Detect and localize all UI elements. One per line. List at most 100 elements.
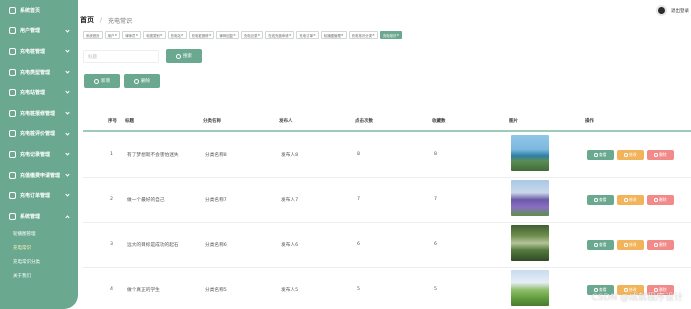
avatar[interactable] xyxy=(656,5,667,16)
tab-tag[interactable]: 系统首页 xyxy=(83,31,103,39)
tab-tag-active[interactable]: 充电常识 × xyxy=(379,31,403,39)
column-header-actions: 操作 xyxy=(585,119,594,124)
tab-tag[interactable]: 充电订单 × xyxy=(296,31,319,39)
sidebar-item-repair[interactable]: 充电桩报修管理 xyxy=(0,103,78,124)
edit-button[interactable]: 修改 xyxy=(617,240,644,250)
sidebar-item-label: 系统管理 xyxy=(20,213,41,220)
edit-icon xyxy=(624,198,628,202)
tab-tag[interactable]: 律师员 × xyxy=(122,31,142,39)
sidebar-item-label: 充电站管理 xyxy=(20,90,46,97)
view-button[interactable]: 查看 xyxy=(587,195,614,205)
search-icon xyxy=(176,53,181,59)
sidebar-subitem-knowledge[interactable]: 充电常识 xyxy=(0,241,78,255)
edit-button[interactable]: 修改 xyxy=(617,195,644,205)
tab-tag[interactable]: 电视类别 × xyxy=(143,31,166,39)
add-icon xyxy=(94,78,99,84)
row-index: 3 xyxy=(110,242,113,247)
sidebar-item-label: 充电类型管理 xyxy=(20,69,51,76)
row-publisher: 发布人7 xyxy=(281,198,299,203)
breadcrumb-separator: / xyxy=(100,16,103,24)
sidebar: 系统首页 用户管理 充电桩管理 充电类型管理 充电站管理 充电桩报修管理 充电桩… xyxy=(0,0,78,309)
sidebar-item-label: 充电桩管理 xyxy=(20,48,46,55)
column-header-title[interactable]: 标题 xyxy=(125,118,134,124)
breadcrumb-home[interactable]: 首页 xyxy=(80,15,94,25)
table-header: 序号 标题 分类名称 发布人 点击次数 收藏数 图片 操作 xyxy=(83,112,691,132)
edit-icon xyxy=(624,243,628,247)
delete-icon xyxy=(654,198,658,202)
row-category: 分类名称7 xyxy=(205,198,227,203)
tab-tag[interactable]: 轮播图管理 × xyxy=(320,31,347,39)
sidebar-item-recharge[interactable]: 充值缴费申请管理 xyxy=(0,165,78,186)
sidebar-item-charging-type[interactable]: 充电类型管理 xyxy=(0,62,78,83)
sidebar-item-home[interactable]: 系统首页 xyxy=(0,0,78,21)
sidebar-item-label: 充电桩评价管理 xyxy=(20,131,56,138)
sidebar-item-users[interactable]: 用户管理 xyxy=(0,21,78,42)
wallet-icon xyxy=(9,171,16,179)
row-favorites: 8 xyxy=(434,152,437,157)
tab-tag[interactable]: 充电常识分类 × xyxy=(348,31,378,39)
plug-icon xyxy=(9,47,16,55)
sidebar-item-charging-pile[interactable]: 充电桩管理 xyxy=(0,41,78,62)
tab-tag[interactable]: 充电桩报修 × xyxy=(188,31,215,39)
delete-row-button[interactable]: 删除 xyxy=(647,195,674,205)
row-publisher: 发布人5 xyxy=(281,288,299,293)
tab-tag[interactable]: 律师回复 × xyxy=(216,31,239,39)
search-input[interactable]: 标题 xyxy=(83,50,159,63)
search-button[interactable]: 搜索 xyxy=(166,49,202,63)
sidebar-item-label: 充电桩报修管理 xyxy=(20,110,56,117)
logout-link[interactable]: 退出登录 xyxy=(671,8,689,14)
tab-tag[interactable]: 充电站 × xyxy=(167,31,187,39)
row-title: 远大的目标是成功的起石 xyxy=(127,243,179,248)
view-button[interactable]: 查看 xyxy=(587,240,614,250)
star-icon xyxy=(9,130,16,138)
chevron-down-icon xyxy=(65,130,70,136)
sidebar-item-review[interactable]: 充电桩评价管理 xyxy=(0,124,78,145)
row-image xyxy=(511,225,549,261)
search-placeholder: 标题 xyxy=(88,54,97,60)
home-icon xyxy=(9,6,16,14)
sidebar-subitem-about[interactable]: 关于我们 xyxy=(0,269,78,283)
chevron-down-icon xyxy=(65,110,70,115)
delete-icon xyxy=(134,78,139,84)
column-header-clicks[interactable]: 点击次数 xyxy=(355,118,373,124)
chevron-down-icon xyxy=(65,151,70,156)
sidebar-subitem-carousel[interactable]: 轮播图管理 xyxy=(0,227,78,241)
sidebar-subitem-label: 轮播图管理 xyxy=(13,231,36,237)
delete-button[interactable]: 删除 xyxy=(124,74,160,88)
chevron-down-icon xyxy=(65,89,70,94)
sidebar-subitem-knowledge-category[interactable]: 充电常识分类 xyxy=(0,255,78,269)
view-icon xyxy=(594,153,598,157)
column-header-image: 图片 xyxy=(509,119,518,124)
sidebar-item-station[interactable]: 充电站管理 xyxy=(0,82,78,103)
row-clicks: 6 xyxy=(357,242,360,247)
row-actions: 查看 修改 删除 xyxy=(587,195,674,205)
delete-row-button[interactable]: 删除 xyxy=(647,150,674,160)
tab-tag[interactable]: 在线充值申请 × xyxy=(265,31,295,39)
view-button[interactable]: 查看 xyxy=(587,150,614,160)
sidebar-item-label: 系统首页 xyxy=(20,7,41,14)
row-favorites: 6 xyxy=(434,242,437,247)
view-icon xyxy=(594,198,598,202)
row-favorites: 5 xyxy=(434,287,437,292)
column-header-index: 序号 xyxy=(108,119,117,124)
sidebar-item-system[interactable]: 系统管理 xyxy=(0,206,78,227)
row-index: 1 xyxy=(110,152,113,157)
row-index: 4 xyxy=(110,287,113,292)
column-header-publisher[interactable]: 发布人 xyxy=(279,118,293,124)
user-menu[interactable]: 退出登录 xyxy=(656,5,689,16)
sidebar-item-label: 用户管理 xyxy=(20,28,41,35)
sidebar-item-label: 充电记录管理 xyxy=(20,151,51,158)
add-button[interactable]: 新增 xyxy=(84,74,120,88)
cart-icon xyxy=(9,192,16,200)
column-header-favorites[interactable]: 收藏数 xyxy=(432,118,446,124)
delete-row-button[interactable]: 删除 xyxy=(647,240,674,250)
tab-tag[interactable]: 充电记录 × xyxy=(240,31,264,39)
sidebar-item-records[interactable]: 充电记录管理 xyxy=(0,144,78,165)
column-header-category[interactable]: 分类名称 xyxy=(203,118,221,124)
tab-tag[interactable]: 用户 × xyxy=(104,31,121,39)
edit-button[interactable]: 修改 xyxy=(617,150,644,160)
row-actions: 查看 修改 删除 xyxy=(587,150,674,160)
tab-bar: 系统首页 用户 × 律师员 × 电视类别 × 充电站 × 充电桩报修 × 律师回复 × 充电… xyxy=(83,31,403,39)
user-icon xyxy=(9,27,16,35)
sidebar-item-orders[interactable]: 充电订单管理 xyxy=(0,185,78,206)
